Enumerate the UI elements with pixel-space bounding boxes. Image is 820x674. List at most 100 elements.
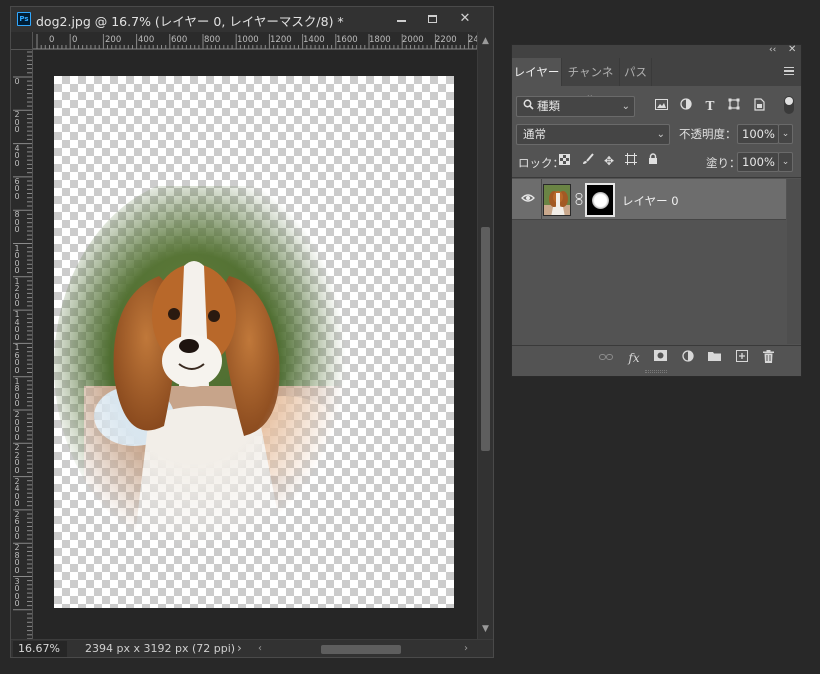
lock-position-icon[interactable]: ✥ bbox=[601, 153, 617, 169]
tab-channels[interactable]: チャンネル bbox=[562, 58, 620, 107]
horizontal-ruler[interactable]: 0 0 200 400 600 800 1000 1200 1400 1600 1800 2000 22… bbox=[33, 32, 477, 50]
close-button[interactable]: ✕ bbox=[452, 9, 478, 29]
collapse-panel-icon[interactable]: ‹‹ bbox=[769, 45, 776, 55]
vertical-scroll-thumb[interactable] bbox=[481, 227, 490, 451]
divider bbox=[541, 179, 542, 220]
panel-bottom-toolbar: fx bbox=[512, 345, 801, 370]
eye-icon[interactable] bbox=[520, 192, 536, 206]
vertical-ruler[interactable]: 0 2 0 0 4 0 0 6 0 0 8 0 0 1 0 0 01 2 0 01 4 0… bbox=[11, 50, 33, 639]
ruler-label: 0 bbox=[14, 77, 20, 86]
ruler-label: 1 8 0 0 bbox=[14, 376, 20, 409]
layer-mask-thumbnail[interactable] bbox=[585, 183, 615, 217]
blend-mode-dropdown[interactable]: 通常 ⌄ bbox=[516, 124, 670, 145]
vertical-scrollbar[interactable]: ▲ ▼ bbox=[477, 32, 493, 639]
ruler-label: 2000 bbox=[402, 35, 424, 45]
canvas-area[interactable] bbox=[33, 50, 477, 639]
adjustment-layer-filter-icon[interactable] bbox=[678, 98, 694, 114]
scroll-down-icon[interactable]: ▼ bbox=[478, 622, 493, 636]
pixel-layer-filter-icon[interactable] bbox=[653, 98, 669, 114]
ruler-label: 400 bbox=[138, 35, 155, 45]
layer-name[interactable]: レイヤー 0 bbox=[622, 193, 679, 209]
ruler-label: 800 bbox=[204, 35, 221, 45]
document-title: dog2.jpg @ 16.7% (レイヤー 0, レイヤーマスク/8) * bbox=[36, 14, 344, 29]
layer-thumbnail[interactable] bbox=[543, 184, 571, 216]
ruler-label: 2200 bbox=[435, 35, 457, 45]
ruler-label: 1200 bbox=[270, 35, 292, 45]
ruler-label: 1 0 0 0 bbox=[14, 243, 20, 275]
panel-header-bar[interactable]: ‹‹ ✕ bbox=[512, 44, 801, 58]
document-info: 2394 px x 3192 px (72 ppi) bbox=[85, 642, 236, 655]
filter-toggle-switch[interactable] bbox=[784, 96, 794, 114]
ruler-label: 3 0 0 0 bbox=[14, 576, 20, 608]
maximize-button[interactable] bbox=[419, 9, 445, 29]
scroll-left-icon[interactable]: ‹ bbox=[253, 641, 267, 657]
tab-layers[interactable]: レイヤー bbox=[512, 58, 562, 86]
scroll-right-icon[interactable]: › bbox=[459, 641, 473, 657]
status-bar: 16.67% 2394 px x 3192 px (72 ppi) › ‹ › bbox=[11, 639, 493, 657]
shape-layer-filter-icon[interactable] bbox=[726, 98, 742, 114]
document-canvas[interactable] bbox=[54, 76, 454, 608]
horizontal-scrollbar[interactable]: ‹ › bbox=[251, 641, 477, 657]
document-titlebar[interactable]: Ps dog2.jpg @ 16.7% (レイヤー 0, レイヤーマスク/8) … bbox=[11, 7, 493, 31]
ruler-label: 1400 bbox=[303, 35, 325, 45]
lock-image-pixels-icon[interactable] bbox=[580, 153, 596, 169]
chevron-down-icon: ⌄ bbox=[621, 101, 630, 112]
panel-tabs: レイヤー チャンネル パス bbox=[512, 58, 801, 107]
ruler-label: 6 0 0 bbox=[14, 176, 20, 201]
ruler-label: 1800 bbox=[369, 35, 391, 45]
ruler-label: 1 4 0 0 bbox=[14, 310, 20, 342]
new-layer-icon[interactable] bbox=[734, 350, 750, 366]
smart-object-filter-icon[interactable] bbox=[751, 98, 767, 114]
type-layer-filter-icon[interactable]: T bbox=[702, 98, 718, 114]
chevron-down-icon: ⌄ bbox=[656, 129, 665, 140]
ruler-label: 1600 bbox=[336, 35, 358, 45]
new-adjustment-layer-icon[interactable] bbox=[680, 350, 696, 366]
panel-menu-icon[interactable] bbox=[784, 67, 794, 75]
ruler-label: 2 0 0 0 bbox=[14, 410, 20, 442]
ruler-label: 2400 bbox=[468, 35, 477, 45]
ruler-label: 2 8 0 0 bbox=[14, 543, 20, 575]
opacity-chevron-icon[interactable]: ⌄ bbox=[778, 124, 793, 144]
layer-row[interactable]: レイヤー 0 bbox=[512, 179, 786, 220]
ruler-label: 0 bbox=[49, 35, 55, 45]
lock-transparent-pixels-icon[interactable] bbox=[556, 153, 572, 169]
scroll-up-icon[interactable]: ▲ bbox=[478, 34, 493, 48]
mask-shape bbox=[592, 192, 609, 209]
status-menu-arrow-icon[interactable]: › bbox=[237, 641, 242, 655]
layers-list-scrollbar[interactable] bbox=[787, 179, 801, 344]
chain-link-icon[interactable] bbox=[574, 193, 583, 206]
divider bbox=[512, 177, 801, 178]
fx-layer-style-icon[interactable]: fx bbox=[626, 350, 642, 366]
ruler-label: 1000 bbox=[237, 35, 259, 45]
ruler-label: 1 6 0 0 bbox=[14, 343, 20, 375]
ruler-label: 2 0 0 bbox=[14, 110, 20, 135]
minimize-button[interactable] bbox=[388, 9, 414, 29]
ruler-label: 1 2 0 0 bbox=[14, 276, 20, 309]
ruler-label: 200 bbox=[105, 35, 122, 45]
layer-filter-dropdown[interactable]: 種類 ⌄ bbox=[516, 96, 635, 117]
add-mask-icon[interactable] bbox=[652, 350, 668, 366]
delete-layer-icon[interactable] bbox=[760, 350, 776, 366]
ruler-corner[interactable] bbox=[11, 32, 33, 50]
tab-paths[interactable]: パス bbox=[620, 58, 652, 86]
ruler-label: 4 0 0 bbox=[14, 143, 20, 168]
fill-chevron-icon[interactable]: ⌄ bbox=[778, 152, 793, 172]
ruler-label: 8 0 0 bbox=[14, 210, 20, 235]
ruler-label: 0 bbox=[72, 35, 78, 45]
lock-artboard-icon[interactable] bbox=[623, 153, 639, 169]
panel-resize-grip[interactable] bbox=[645, 370, 667, 373]
horizontal-scroll-thumb[interactable] bbox=[321, 645, 401, 654]
opacity-input[interactable]: 100% bbox=[737, 124, 779, 144]
fill-input[interactable]: 100% bbox=[737, 152, 779, 172]
new-group-folder-icon[interactable] bbox=[706, 350, 722, 366]
link-layers-icon[interactable] bbox=[598, 350, 614, 366]
layers-list: レイヤー 0 bbox=[512, 179, 801, 344]
zoom-level-field[interactable]: 16.67% bbox=[13, 641, 67, 657]
opacity-label: 不透明度： bbox=[679, 127, 737, 141]
search-icon bbox=[523, 97, 534, 116]
fill-label: 塗り： bbox=[706, 156, 741, 170]
lock-all-icon[interactable] bbox=[645, 153, 661, 169]
dog-photo-image bbox=[54, 186, 384, 566]
close-panel-icon[interactable]: ✕ bbox=[788, 44, 796, 55]
blend-mode-label: 通常 bbox=[523, 127, 546, 141]
